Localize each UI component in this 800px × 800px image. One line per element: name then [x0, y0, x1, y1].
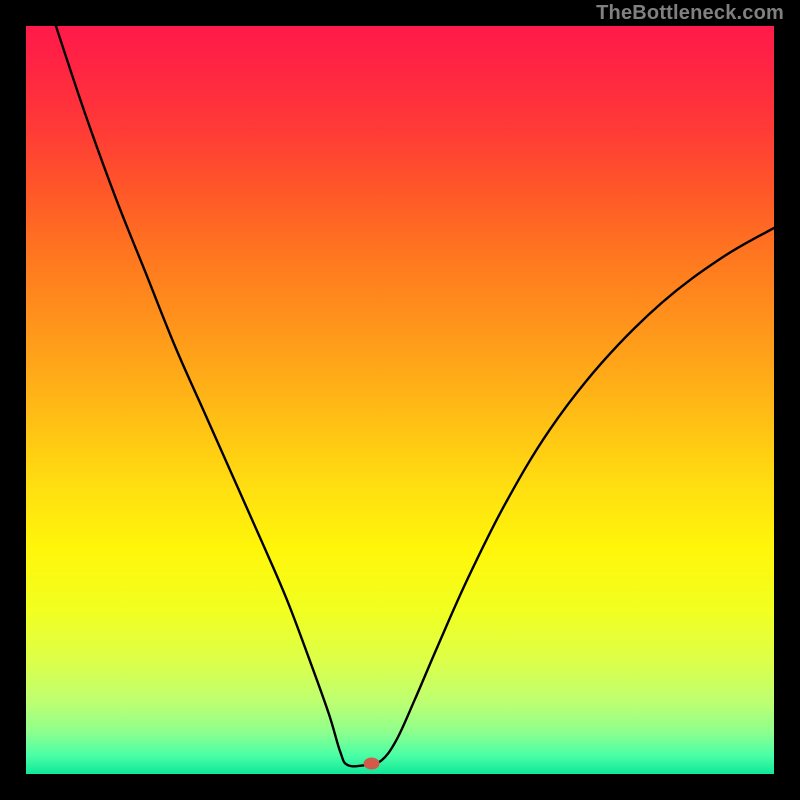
- watermark-text: TheBottleneck.com: [596, 2, 784, 25]
- gradient-background: [26, 26, 774, 774]
- plot-area: [26, 26, 774, 774]
- optimum-marker: [364, 758, 380, 770]
- bottleneck-chart: [26, 26, 774, 774]
- chart-container: TheBottleneck.com: [0, 0, 800, 800]
